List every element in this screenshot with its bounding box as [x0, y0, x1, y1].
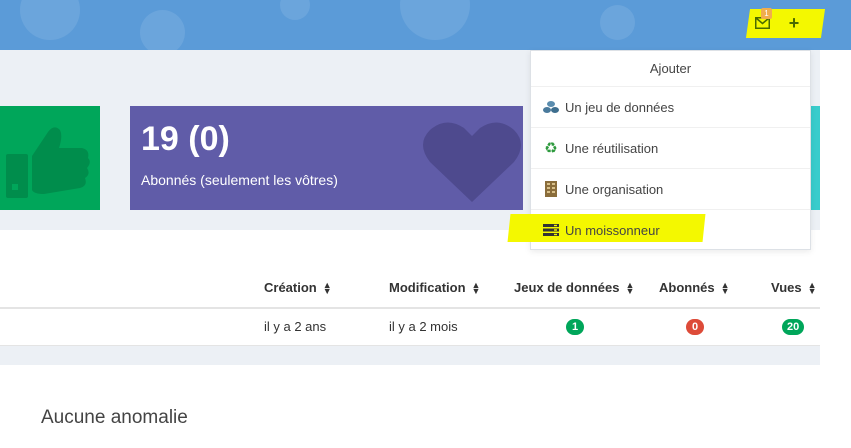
column-label: Création: [264, 280, 317, 295]
table-row[interactable]: il y a 2 ans il y a 2 mois 1 0 20: [0, 309, 820, 346]
stat-box-followers: 19 (0) Abonnés (seulement les vôtres): [130, 106, 523, 210]
top-navbar: [0, 0, 851, 50]
column-label: Vues: [771, 280, 802, 295]
column-label: Jeux de données: [514, 280, 620, 295]
views-count-badge: 20: [782, 319, 805, 335]
decor-bubble: [140, 10, 185, 50]
cell-creation: il y a 2 ans: [264, 319, 327, 334]
cell-modification: il y a 2 mois: [389, 319, 458, 334]
decor-bubble: [20, 0, 80, 40]
sort-icon: ▲ ▼: [720, 279, 730, 296]
column-header-datasets[interactable]: Jeux de données ▲ ▼: [514, 280, 634, 295]
followers-count: 19 (0): [141, 120, 230, 158]
datasets-count-badge: 1: [566, 319, 584, 335]
notification-count-badge: 1: [761, 8, 772, 19]
menu-item-label: Un moissonneur: [565, 222, 660, 238]
column-label: Abonnés: [659, 280, 715, 295]
anomaly-status: Aucune anomalie: [41, 407, 188, 428]
section-separator: [0, 346, 820, 365]
column-header-followers[interactable]: Abonnés ▲ ▼: [659, 280, 730, 295]
sort-icon: ▲ ▼: [807, 279, 817, 296]
dropdown-header: Ajouter: [531, 51, 810, 87]
decor-bubble: [400, 0, 470, 40]
stat-box-green: [0, 106, 100, 210]
sort-icon: ▲ ▼: [471, 279, 481, 296]
column-header-modification[interactable]: Modification ▲ ▼: [389, 280, 480, 295]
plus-icon: +: [788, 12, 800, 33]
menu-item-reuse[interactable]: ♻ Une réutilisation: [531, 128, 810, 169]
column-header-views[interactable]: Vues ▲ ▼: [771, 280, 817, 295]
menu-item-dataset[interactable]: Un jeu de données: [531, 87, 810, 128]
building-icon: [542, 180, 560, 198]
sort-icon: ▲ ▼: [625, 279, 635, 296]
thumbs-up-icon: [6, 127, 90, 198]
table-header: Création ▲ ▼ Modification ▲ ▼ Jeux de donn…: [0, 270, 820, 309]
column-header-creation[interactable]: Création ▲ ▼: [264, 280, 332, 295]
sort-icon: ▲ ▼: [322, 279, 332, 296]
harvester-icon: [542, 221, 560, 239]
decor-bubble: [600, 5, 635, 40]
add-dropdown-menu: Ajouter Un jeu de données ♻ Une réutilis…: [507, 50, 811, 250]
datasets-icon: [542, 98, 560, 116]
add-menu-button[interactable]: +: [784, 11, 804, 35]
decor-bubble: [280, 0, 310, 20]
column-label: Modification: [389, 280, 466, 295]
followers-count-badge: 0: [686, 319, 704, 335]
menu-item-organization[interactable]: Une organisation: [531, 169, 810, 210]
menu-item-harvester[interactable]: Un moissonneur: [507, 210, 810, 250]
menu-item-label: Une réutilisation: [565, 140, 659, 156]
followers-label: Abonnés (seulement les vôtres): [141, 172, 338, 188]
menu-item-label: Un jeu de données: [565, 99, 675, 115]
menu-item-label: Une organisation: [565, 181, 664, 197]
recycle-icon: ♻: [544, 140, 558, 157]
heart-icon: [423, 122, 521, 202]
